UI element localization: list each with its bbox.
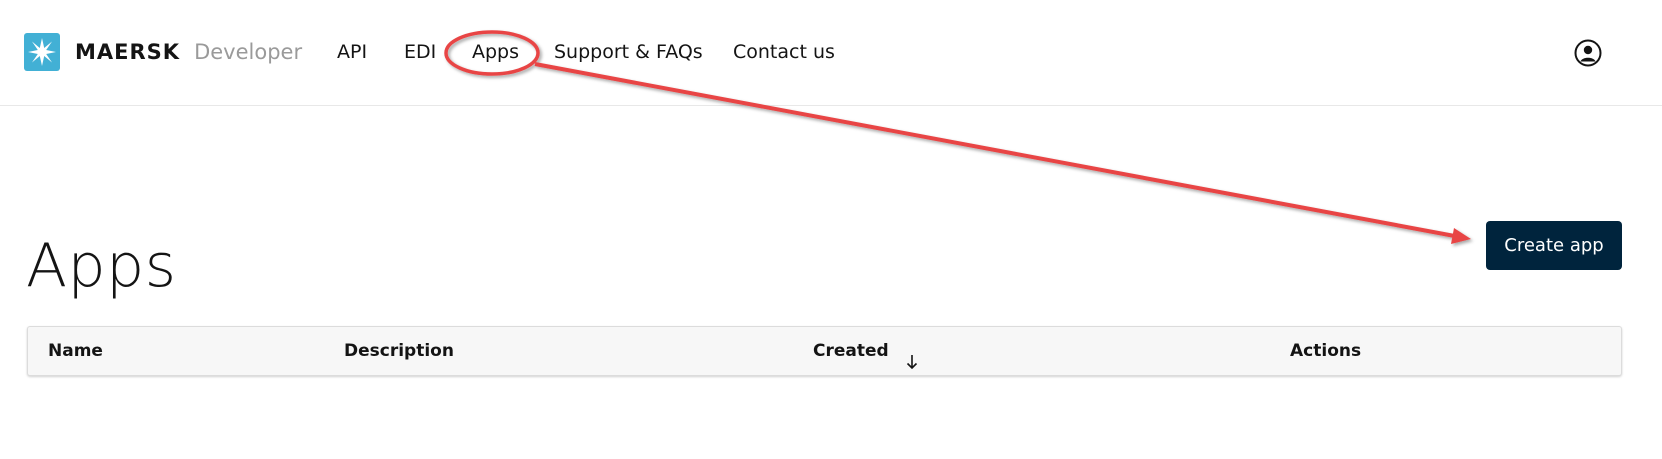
- sort-descending-icon[interactable]: [905, 342, 919, 370]
- column-header-actions: Actions: [1290, 341, 1362, 361]
- nav-item-contact-us[interactable]: Contact us: [733, 39, 835, 65]
- column-header-created-label: Created: [813, 341, 889, 361]
- annotation-arrow-head: [1451, 228, 1471, 244]
- brand-subtitle: Developer: [194, 40, 303, 64]
- nav-item-edi[interactable]: EDI: [404, 39, 436, 65]
- top-navigation-bar: MAERSK Developer API EDI Apps Support & …: [0, 0, 1662, 106]
- create-app-button[interactable]: Create app: [1486, 221, 1622, 270]
- column-header-description[interactable]: Description: [344, 327, 454, 375]
- column-header-name[interactable]: Name: [48, 327, 103, 375]
- user-circle-icon[interactable]: [1574, 39, 1602, 67]
- page-title: Apps: [26, 231, 177, 301]
- apps-table-header: Name Description Created Actions: [27, 326, 1622, 376]
- nav-item-apps[interactable]: Apps: [472, 39, 519, 65]
- nav-item-support-faqs[interactable]: Support & FAQs: [554, 39, 703, 65]
- brand-name: MAERSK: [75, 40, 181, 64]
- maersk-star-icon: [24, 33, 60, 71]
- maersk-developer-logo[interactable]: MAERSK Developer: [24, 33, 302, 71]
- page: MAERSK Developer API EDI Apps Support & …: [0, 0, 1662, 459]
- column-header-created[interactable]: Created: [813, 327, 919, 375]
- nav-item-api[interactable]: API: [337, 39, 367, 65]
